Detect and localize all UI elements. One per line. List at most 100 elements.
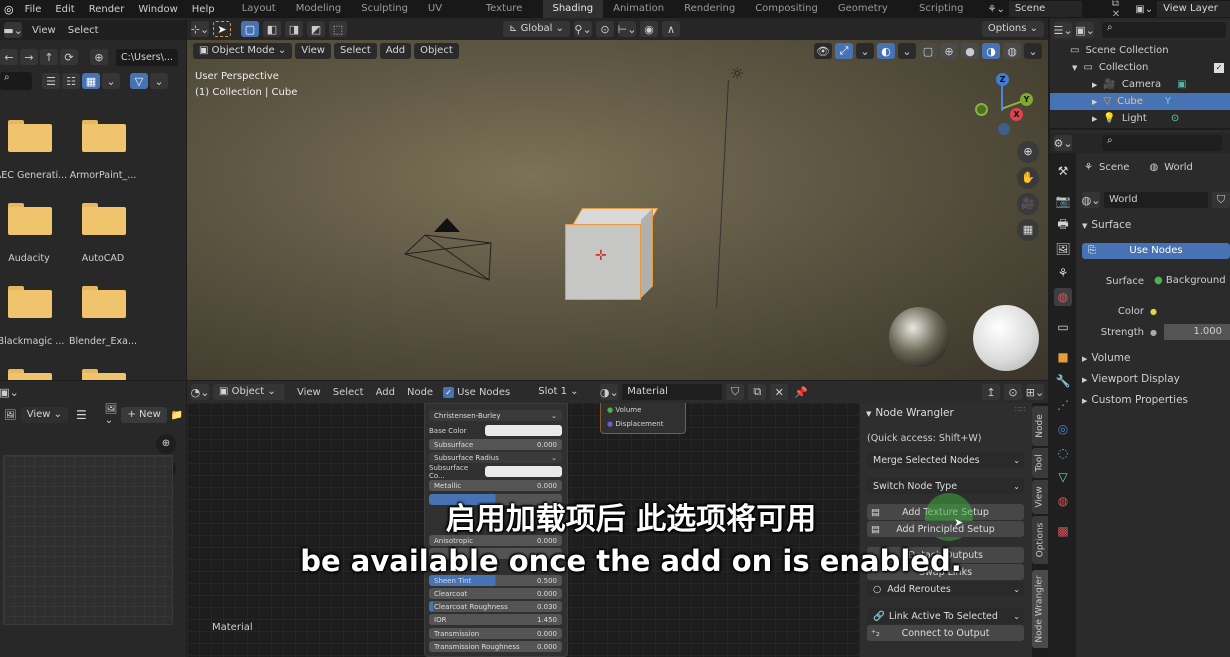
horizontal-list-icon[interactable]: ☷ [62, 73, 80, 89]
sidebar-tab-tool[interactable]: Tool [1032, 448, 1048, 478]
ne-menu-add[interactable]: Add [376, 387, 395, 398]
exclude-checkbox[interactable]: ✓ [1214, 62, 1224, 73]
collection-tab-icon[interactable]: ▭ [1054, 318, 1072, 336]
fb-menu-view[interactable]: View [32, 25, 56, 36]
world-browse-icon[interactable]: ◍⌄ [1082, 192, 1100, 208]
physics-tab-icon[interactable]: ◎ [1054, 420, 1072, 438]
clearcoat-roughness-field[interactable]: Clearcoat Roughness 0.030 [429, 601, 562, 612]
gizmo-toggle-icon[interactable]: ⤢ [835, 43, 853, 59]
select-invert-icon[interactable]: ◩ [307, 21, 325, 37]
gizmo-dropdown-icon[interactable]: ⌄ [856, 43, 874, 59]
output-tab-icon[interactable]: 🖶 [1054, 216, 1072, 234]
fb-menu-select[interactable]: Select [68, 25, 99, 36]
new-folder-icon[interactable]: ⊕ [90, 49, 108, 65]
filter-icon[interactable]: ▽ [130, 73, 148, 89]
modifier-tab-icon[interactable]: 🔧 [1054, 372, 1072, 390]
visibility-icon[interactable]: 👁 [814, 43, 832, 59]
scene-tab-icon[interactable]: ⚘ [1054, 264, 1072, 282]
solid-shading-icon[interactable]: ● [961, 43, 979, 59]
transmission-roughness-field[interactable]: Transmission Roughness 0.000 [429, 641, 562, 652]
parent-dir-icon[interactable]: ↑ [40, 49, 58, 65]
display-mode-icon[interactable]: ☰⌄ [1053, 22, 1073, 38]
light-data-icon[interactable]: ⊙ [1171, 113, 1179, 124]
zoom-view-icon[interactable]: ⊕ [1017, 141, 1039, 163]
ne-menu-select[interactable]: Select [333, 387, 364, 398]
color-swatch[interactable] [1164, 303, 1230, 319]
refresh-icon[interactable]: ⟳ [60, 49, 78, 65]
volume-socket-icon[interactable]: ● [607, 406, 613, 414]
material-preview-icon[interactable]: ◑ [982, 43, 1000, 59]
search-icon[interactable]: ⌕ [0, 72, 32, 90]
shading-dropdown-icon[interactable]: ⌄ [1024, 43, 1042, 59]
data-tab-icon[interactable]: ▽ [1054, 468, 1072, 486]
tab-sculpting[interactable]: Sculpting [351, 0, 418, 18]
constraints-tab-icon[interactable]: ◌ [1054, 444, 1072, 462]
wireframe-shading-icon[interactable]: ⊕ [940, 43, 958, 59]
snap-node-dropdown-icon[interactable]: ⊞⌄ [1026, 384, 1044, 400]
menu-render[interactable]: Render [82, 4, 132, 15]
world-tab-icon[interactable]: ◍ [1054, 288, 1072, 306]
expand-arrow-icon[interactable]: ▶ [1092, 115, 1097, 123]
sidebar-tab-node-wrangler[interactable]: Node Wrangler [1032, 570, 1048, 648]
overlay-toggle-icon[interactable]: ◐ [877, 43, 895, 59]
mode-dropdown[interactable]: ▣ Object Mode ⌄ [193, 43, 293, 59]
node-editor-type-icon[interactable]: ◔⌄ [191, 384, 209, 400]
xray-icon[interactable]: ▢ [919, 43, 937, 59]
tab-compositing[interactable]: Compositing [745, 0, 828, 18]
properties-editor-type-icon[interactable]: ⚙⌄ [1053, 135, 1073, 151]
base-color-swatch[interactable] [485, 425, 562, 436]
editor-type-icon[interactable]: ▬⌄ [3, 22, 23, 38]
add-reroutes-dropdown[interactable]: ○ Add Reroutes ⌄ [867, 581, 1024, 597]
fake-user-icon[interactable]: ⛉ [726, 384, 745, 400]
merge-selected-nodes-dropdown[interactable]: Merge Selected Nodes ⌄ [867, 452, 1024, 468]
world-name-field[interactable]: World [1104, 192, 1208, 208]
ne-menu-node[interactable]: Node [407, 387, 433, 398]
sidebar-tab-node[interactable]: Node [1032, 406, 1048, 446]
tab-texture-paint[interactable]: Texture Paint [476, 0, 543, 32]
orientation-dropdown[interactable]: ⊾ Global ⌄ [503, 21, 571, 37]
clearcoat-field[interactable]: Clearcoat 0.000 [429, 588, 562, 599]
use-nodes-button[interactable]: ⎘ Use Nodes [1082, 243, 1230, 259]
image-view-menu[interactable]: View ⌄ [20, 407, 68, 423]
new-image-button[interactable]: + New [121, 407, 167, 423]
display-dropdown-icon[interactable]: ⌄ [102, 73, 120, 89]
navigation-gizmo[interactable]: Z Y X [972, 70, 1033, 140]
object-tab-icon[interactable]: ■ [1054, 348, 1072, 366]
ortho-toggle-icon[interactable]: ▦ [1017, 219, 1039, 241]
displacement-socket-icon[interactable]: ● [607, 420, 613, 428]
switch-node-type-dropdown[interactable]: Switch Node Type ⌄ [867, 478, 1024, 494]
vp-menu-view[interactable]: View [295, 43, 331, 59]
menu-help[interactable]: Help [185, 4, 222, 15]
thumbnails-icon[interactable]: ▦ [82, 73, 100, 89]
parent-node-tree-icon[interactable]: ↥ [982, 384, 1000, 400]
outliner-scene-collection[interactable]: ▭ Scene Collection [1050, 42, 1230, 59]
options-dropdown[interactable]: Options ⌄ [981, 21, 1044, 37]
tab-geometry-nodes[interactable]: Geometry Nodes [828, 0, 909, 32]
select-box-new-icon[interactable]: ▢ [241, 21, 259, 37]
tab-rendering[interactable]: Rendering [674, 0, 745, 18]
outliner-search-input[interactable]: ⌕ [1102, 22, 1226, 38]
view-layer-icon[interactable]: ▣⌄ [1135, 4, 1153, 15]
gizmo-y-axis[interactable]: Y [1020, 93, 1033, 106]
vp-menu-add[interactable]: Add [379, 43, 412, 59]
menu-edit[interactable]: Edit [48, 4, 81, 15]
pivot-icon[interactable]: ⚲⌄ [574, 21, 593, 37]
snap-icon[interactable]: ⊙ [596, 21, 615, 37]
pin-icon[interactable]: 📌 [792, 384, 810, 400]
duplicate-material-icon[interactable]: ⧉ [748, 384, 767, 400]
tab-modeling[interactable]: Modeling [286, 0, 352, 18]
panel-drag-handle-icon[interactable]: ∷∷ [1015, 405, 1025, 414]
strength-socket-icon[interactable]: ● [1150, 328, 1164, 337]
back-icon[interactable]: ← [0, 49, 18, 65]
proportional-edit-icon[interactable]: ◉ [640, 21, 659, 37]
view-layer-tab-icon[interactable]: 🖼 [1054, 240, 1072, 258]
subsurface-field[interactable]: Subsurface 0.000 [429, 439, 562, 450]
vertical-list-icon[interactable]: ☰ [42, 73, 60, 89]
image-canvas[interactable] [3, 455, 173, 625]
use-nodes-checkbox[interactable]: ✓ Use Nodes [443, 386, 510, 398]
outliner-item-light[interactable]: ▶ 💡 Light ⊙ [1050, 110, 1230, 127]
cube-object[interactable]: ✛ [565, 208, 659, 302]
subsurface-radius-dropdown[interactable]: Subsurface Radius ⌄ [429, 452, 562, 463]
image-browse-icon[interactable]: 🖼⌄ [105, 404, 118, 426]
ne-menu-view[interactable]: View [297, 387, 321, 398]
